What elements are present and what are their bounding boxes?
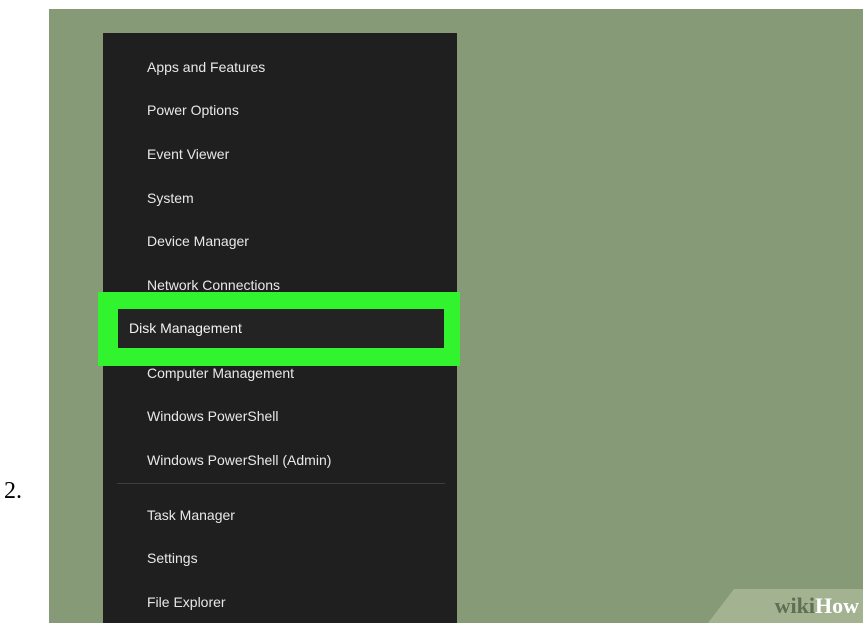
menu-item-windows-powershell-admin[interactable]: Windows PowerShell (Admin)	[147, 440, 331, 480]
menu-separator	[117, 483, 445, 484]
menu-item-task-manager[interactable]: Task Manager	[147, 495, 235, 535]
menu-item-power-options[interactable]: Power Options	[147, 90, 239, 130]
menu-item-disk-management[interactable]: Disk Management	[118, 309, 444, 348]
watermark-part1: wiki	[774, 593, 815, 618]
menu-item-file-explorer[interactable]: File Explorer	[147, 582, 226, 622]
watermark-part2: How	[815, 593, 859, 618]
screenshot: Apps and Features Power Options Event Vi…	[49, 9, 863, 623]
wikihow-watermark: wikiHow	[775, 593, 859, 619]
step-number: 2.	[4, 478, 22, 504]
menu-item-disk-management-label: Disk Management	[129, 320, 242, 336]
menu-item-settings[interactable]: Settings	[147, 538, 198, 578]
menu-item-apps-and-features[interactable]: Apps and Features	[147, 47, 265, 87]
menu-item-windows-powershell[interactable]: Windows PowerShell	[147, 396, 279, 436]
menu-item-system[interactable]: System	[147, 178, 194, 218]
menu-item-event-viewer[interactable]: Event Viewer	[147, 134, 229, 174]
page: 2. Apps and Features Power Options Event…	[0, 0, 863, 623]
menu-item-device-manager[interactable]: Device Manager	[147, 221, 249, 261]
highlight-box: Disk Management	[98, 292, 460, 366]
